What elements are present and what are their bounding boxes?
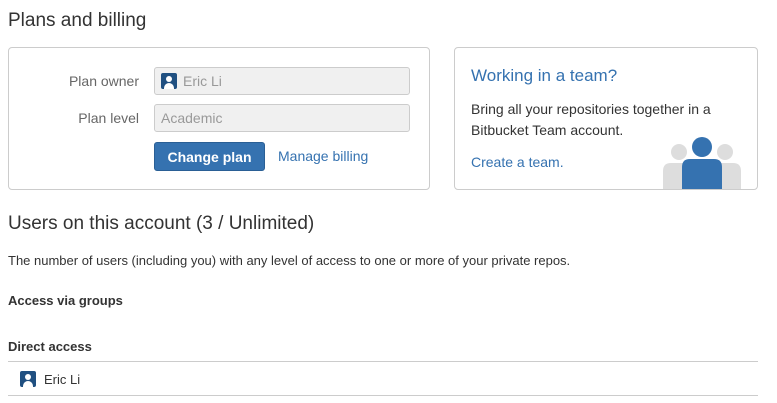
change-plan-button[interactable]: Change plan [154, 142, 265, 171]
team-promo-panel: Working in a team? Bring all your reposi… [454, 47, 758, 190]
plan-owner-field: Eric Li [154, 67, 410, 95]
users-description: The number of users (including you) with… [8, 253, 571, 268]
list-item[interactable]: Eric Li [20, 371, 80, 387]
plan-owner-value: Eric Li [183, 73, 222, 89]
team-people-icon [663, 137, 741, 189]
create-team-link[interactable]: Create a team. [471, 154, 564, 170]
users-section-title: Users on this account (3 / Unlimited) [8, 213, 315, 234]
plan-level-row: Plan level Academic [9, 104, 429, 132]
divider [8, 361, 758, 362]
page-title: Plans and billing [8, 10, 147, 31]
plan-panel: Plan owner Eric Li Plan level Academic C… [8, 47, 430, 190]
access-via-groups-heading: Access via groups [8, 293, 123, 308]
user-avatar-icon [20, 371, 36, 387]
user-name: Eric Li [44, 371, 81, 387]
user-avatar-icon [161, 73, 177, 89]
plan-owner-label: Plan owner [68, 73, 139, 89]
plan-owner-row: Plan owner Eric Li [9, 67, 429, 95]
manage-billing-link[interactable]: Manage billing [278, 148, 368, 164]
divider [8, 395, 758, 396]
plan-level-field: Academic [154, 104, 410, 132]
plan-level-value: Academic [161, 110, 223, 126]
team-promo-title: Working in a team? [471, 66, 618, 85]
plan-level-label: Plan level [78, 110, 139, 126]
direct-access-heading: Direct access [8, 339, 92, 354]
